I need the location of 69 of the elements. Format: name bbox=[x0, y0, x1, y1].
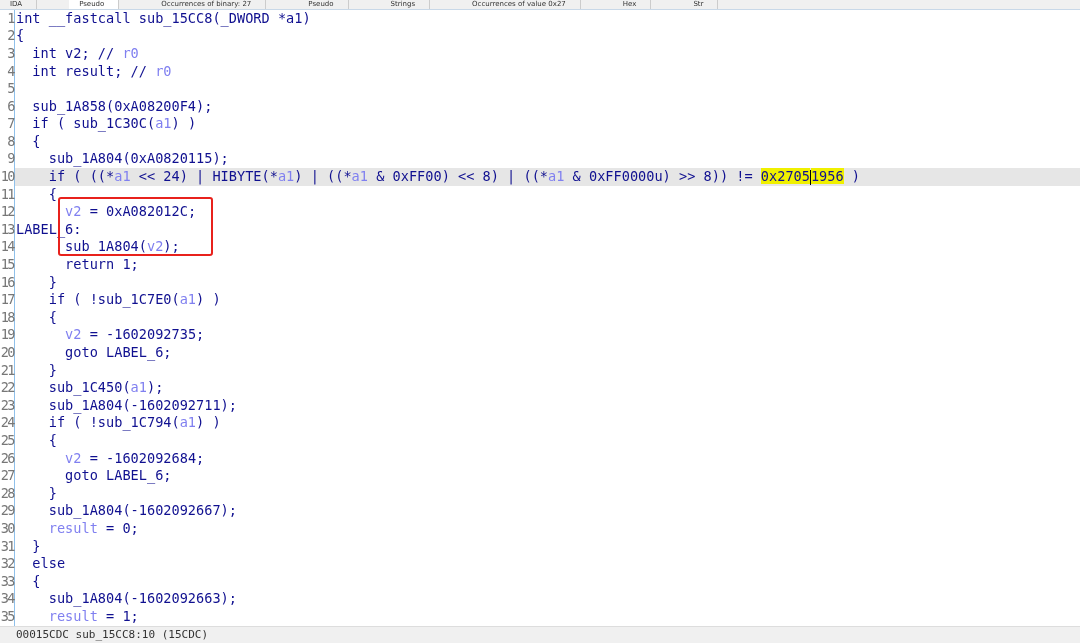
code-line: { bbox=[47, 185, 57, 202]
line-number: 25 bbox=[0, 432, 14, 450]
line-number: 32 bbox=[0, 555, 14, 573]
code-line: result = 1; bbox=[47, 607, 139, 624]
code-line: } bbox=[47, 361, 57, 378]
line-number: 3 bbox=[6, 44, 14, 63]
code-line: goto LABEL_6; bbox=[64, 467, 172, 484]
code-line: { bbox=[47, 432, 57, 448]
line-number: 34 bbox=[0, 590, 14, 608]
line-number: 33 bbox=[0, 572, 14, 591]
code-line: { bbox=[47, 308, 57, 325]
code-line: if ( sub_1C30C(a1) ) bbox=[31, 115, 197, 132]
code-line: { bbox=[16, 27, 25, 44]
line-number: 2 bbox=[6, 27, 14, 45]
code-line: } bbox=[31, 537, 41, 554]
line-number: 23 bbox=[0, 396, 14, 415]
line-number: 5 bbox=[6, 80, 14, 98]
line-number: 28 bbox=[0, 484, 14, 503]
line-number: 15 bbox=[0, 256, 14, 274]
line-number: 19 bbox=[0, 326, 14, 344]
code-line: v2 = 0xA082012C; bbox=[64, 203, 197, 220]
line-number: 17 bbox=[0, 291, 14, 309]
code-line: { bbox=[31, 132, 41, 149]
line-number: 24 bbox=[0, 414, 14, 432]
code-line: sub_1A804(-1602092663); bbox=[47, 590, 237, 607]
line-number: 18 bbox=[0, 308, 14, 327]
code-line: sub_1C450(a1); bbox=[47, 379, 164, 396]
line-number: 27 bbox=[0, 467, 14, 485]
line-number: 30 bbox=[0, 519, 14, 538]
line-number: 8 bbox=[6, 132, 14, 151]
code-line: result = 0; bbox=[47, 519, 139, 536]
code-line: int __fastcall sub_15CC8(_DWORD *a1) bbox=[16, 9, 311, 26]
code-line: v2 = -1602092735; bbox=[64, 326, 205, 343]
line-number: 29 bbox=[0, 502, 14, 520]
code-line: if ( ((*a1 << 24) | HIBYTE(*a1) | ((*a1 & 0xFF00) << 8) | ((*a1 & 0xFF0000u) >> 8)) != 0x2705 1956 ) bbox=[47, 168, 861, 185]
code-line: } bbox=[47, 484, 57, 501]
line-number: 22 bbox=[0, 379, 14, 397]
line-number: 31 bbox=[0, 537, 14, 556]
code-line: v2 = -1602092684; bbox=[64, 449, 205, 466]
code-line: sub_1A804(-1602092711); bbox=[47, 396, 237, 413]
code-line: if ( !sub_1C794(a1) ) bbox=[47, 414, 221, 431]
code-line: sub_1A858(0xA08200F4); bbox=[31, 97, 213, 114]
code-line: int v2; // r0 bbox=[31, 44, 139, 61]
line-number: 10 bbox=[0, 168, 14, 186]
line-number: 20 bbox=[0, 344, 14, 362]
code-line: sub_1A804(0xA0820115); bbox=[47, 150, 229, 167]
code-line: sub_1A804(-1602092667); bbox=[47, 502, 237, 519]
line-number: 6 bbox=[6, 97, 14, 116]
line-number: 9 bbox=[6, 150, 14, 169]
line-number: 4 bbox=[6, 62, 14, 81]
code-line: goto LABEL_6; bbox=[64, 344, 172, 360]
code-line: return 1; bbox=[64, 256, 139, 273]
code-line: sub_1A804(v2); bbox=[64, 238, 180, 255]
line-number: 1 bbox=[6, 9, 14, 28]
code-line: else bbox=[31, 555, 66, 572]
code-line: } bbox=[47, 273, 57, 290]
code-line: if ( !sub_1C7E0(a1) ) bbox=[47, 291, 221, 308]
line-number: 12 bbox=[0, 203, 14, 221]
code-line: { bbox=[31, 572, 41, 589]
line-number: 7 bbox=[6, 115, 14, 133]
line-number: 21 bbox=[0, 361, 14, 380]
code-line: int result; // r0 bbox=[31, 62, 172, 79]
line-number: 35 bbox=[0, 607, 14, 626]
status-text: 00015CDC sub_15CC8:10 (15CDC) bbox=[16, 627, 209, 641]
line-number: 26 bbox=[0, 449, 14, 468]
line-number: 11 bbox=[0, 185, 14, 204]
line-number: 13 bbox=[0, 220, 14, 239]
line-number: 16 bbox=[0, 273, 14, 292]
line-number: 14 bbox=[0, 238, 14, 257]
